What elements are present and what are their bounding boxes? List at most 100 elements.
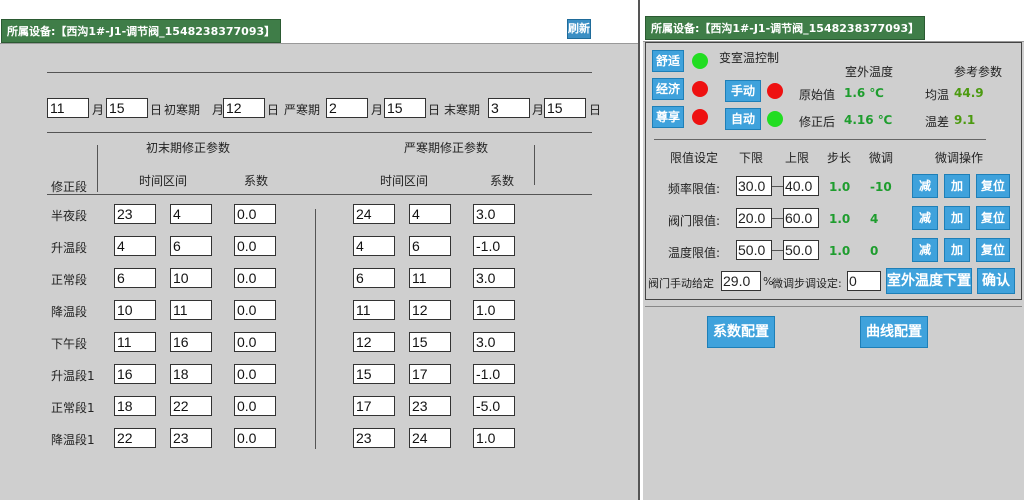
severe-end-input[interactable]: 24 (409, 428, 451, 448)
increase-button[interactable]: 加 (944, 174, 970, 198)
early-coef-input[interactable]: 0.0 (234, 204, 276, 224)
severe-coef-input[interactable]: 3.0 (473, 204, 515, 224)
early-day-input[interactable]: 15 (106, 98, 148, 118)
early-end-input[interactable]: 18 (170, 364, 212, 384)
early-end-input[interactable]: 11 (170, 300, 212, 320)
late-start-input[interactable]: 15 (384, 98, 426, 118)
early-coef-input[interactable]: 0.0 (234, 364, 276, 384)
severe-coef-input[interactable]: 3.0 (473, 268, 515, 288)
range-dash (772, 186, 783, 187)
severe-start-input[interactable]: 15 (353, 364, 395, 384)
severe-start-input[interactable]: 11 (353, 300, 395, 320)
confirm-button[interactable]: 确认 (977, 268, 1015, 294)
divider (315, 209, 316, 449)
outdoor-temp-set-button[interactable]: 室外温度下置 (886, 268, 972, 294)
comfort-button[interactable]: 舒适 (652, 50, 684, 72)
early-coef-input[interactable]: 0.0 (234, 268, 276, 288)
severe-end-input[interactable]: 23 (409, 396, 451, 416)
segment-label: 正常段1 (51, 401, 95, 415)
early-end-input[interactable]: 6 (170, 236, 212, 256)
interval-header: 时间区间 (380, 174, 429, 188)
severe-start-input[interactable]: 24 (353, 204, 395, 224)
severe-coef-input[interactable]: -1.0 (473, 236, 515, 256)
severe-start-input[interactable]: 12 (353, 332, 395, 352)
manual-button[interactable]: 手动 (725, 80, 761, 102)
severe-start-input[interactable]: 4 (353, 236, 395, 256)
early-start-input[interactable]: 23 (114, 204, 156, 224)
severe-coef-input[interactable]: -5.0 (473, 396, 515, 416)
month-label: 月 (92, 103, 105, 117)
severe-start-input[interactable]: 6 (353, 268, 395, 288)
divider (97, 145, 98, 192)
early-start-input[interactable]: 22 (114, 428, 156, 448)
coefficient-config-button[interactable]: 系数配置 (707, 316, 775, 348)
interval-header: 时间区间 (139, 174, 188, 188)
late-period-label: 末寒期 (444, 103, 481, 117)
severe-end-input[interactable]: 6 (409, 236, 451, 256)
severe-start-input[interactable]: 23 (353, 428, 395, 448)
lower-limit-input[interactable]: 20.0 (736, 208, 772, 228)
severe-day-input[interactable]: 2 (326, 98, 368, 118)
severe-coef-input[interactable]: 1.0 (473, 428, 515, 448)
early-end-input[interactable]: 23 (170, 428, 212, 448)
upper-limit-input[interactable]: 60.0 (783, 208, 819, 228)
valve-manual-input[interactable]: 29.0 (721, 271, 761, 291)
severe-end-input[interactable]: 15 (409, 332, 451, 352)
early-month-input[interactable]: 11 (47, 98, 89, 118)
limit-name: 温度限值: (668, 246, 721, 260)
severe-end-input[interactable]: 12 (409, 300, 451, 320)
early-end-input[interactable]: 4 (170, 204, 212, 224)
decrease-button[interactable]: 减 (912, 206, 938, 230)
lower-limit-input[interactable]: 30.0 (736, 176, 772, 196)
increase-button[interactable]: 加 (944, 206, 970, 230)
reset-button[interactable]: 复位 (976, 174, 1010, 198)
refresh-button[interactable]: 刷新 (567, 19, 591, 39)
economy-button[interactable]: 经济 (652, 78, 684, 100)
segment-label: 下午段 (51, 337, 88, 351)
curve-config-button[interactable]: 曲线配置 (860, 316, 928, 348)
step-value: 1.0 (829, 244, 851, 258)
early-end-input[interactable]: 22 (170, 396, 212, 416)
early-coef-input[interactable]: 0.0 (234, 236, 276, 256)
increase-button[interactable]: 加 (944, 238, 970, 262)
late-day-input[interactable]: 15 (544, 98, 586, 118)
right-panel: 所属设备:【西沟1#-J1-调节阀_1548238377093】 舒适 经济 尊… (643, 0, 1024, 500)
severe-month-input[interactable]: 12 (223, 98, 265, 118)
coef-header: 系数 (244, 174, 269, 188)
reset-button[interactable]: 复位 (976, 206, 1010, 230)
early-coef-input[interactable]: 0.0 (234, 396, 276, 416)
month-label: 月 (371, 103, 384, 117)
decrease-button[interactable]: 减 (912, 238, 938, 262)
decrease-button[interactable]: 减 (912, 174, 938, 198)
upper-limit-input[interactable]: 40.0 (783, 176, 819, 196)
early-end-input[interactable]: 10 (170, 268, 212, 288)
early-end-input[interactable]: 16 (170, 332, 212, 352)
lower-limit-input[interactable]: 50.0 (736, 240, 772, 260)
early-start-input[interactable]: 10 (114, 300, 156, 320)
severe-end-input[interactable]: 11 (409, 268, 451, 288)
severe-coef-input[interactable]: -1.0 (473, 364, 515, 384)
early-start-input[interactable]: 4 (114, 236, 156, 256)
severe-coef-input[interactable]: 3.0 (473, 332, 515, 352)
late-month-input[interactable]: 3 (488, 98, 530, 118)
severe-end-input[interactable]: 4 (409, 204, 451, 224)
early-start-input[interactable]: 18 (114, 396, 156, 416)
early-coef-input[interactable]: 0.0 (234, 332, 276, 352)
early-start-input[interactable]: 6 (114, 268, 156, 288)
fine-step-input[interactable]: 0 (847, 271, 881, 291)
early-coef-input[interactable]: 0.0 (234, 428, 276, 448)
early-start-input[interactable]: 16 (114, 364, 156, 384)
economy-status-indicator (692, 81, 708, 97)
auto-button[interactable]: 自动 (725, 108, 761, 130)
early-coef-input[interactable]: 0.0 (234, 300, 276, 320)
reset-button[interactable]: 复位 (976, 238, 1010, 262)
segment-label: 升温段1 (51, 369, 95, 383)
upper-limit-header: 上限 (785, 151, 810, 165)
upper-limit-input[interactable]: 50.0 (783, 240, 819, 260)
severe-end-input[interactable]: 17 (409, 364, 451, 384)
day-label: 日 (150, 103, 163, 117)
severe-start-input[interactable]: 17 (353, 396, 395, 416)
early-start-input[interactable]: 11 (114, 332, 156, 352)
severe-coef-input[interactable]: 1.0 (473, 300, 515, 320)
premium-button[interactable]: 尊享 (652, 106, 684, 128)
